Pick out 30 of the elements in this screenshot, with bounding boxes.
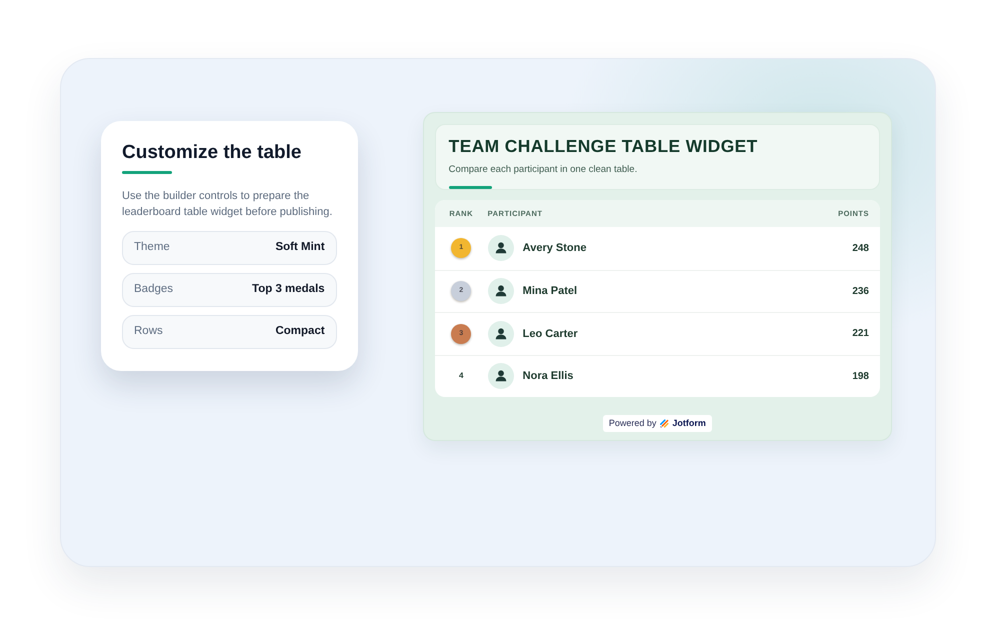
participant-name: Mina Patel [522,284,578,299]
avatar-icon [488,320,514,347]
avatar-icon [488,235,514,262]
card-description: Use the builder controls to prepare the leaderboard table widget before publishing. [122,189,334,220]
points-value: 236 [852,284,869,299]
setting-label: Theme [134,240,170,256]
points-value: 198 [852,370,869,384]
setting-row[interactable]: Badges Top 3 medals [122,273,337,307]
card-title: Customize the table [122,141,302,165]
widget-title: TEAM CHALLENGE TABLE WIDGET [448,136,759,156]
accent-underline [122,171,172,174]
powered-by-link[interactable]: Powered by Jotform [602,415,712,432]
points-value: 248 [852,242,869,256]
points-value: 221 [852,327,869,342]
participant-name: Avery Stone [522,241,586,256]
rank-number: 4 [458,370,464,382]
setting-value: Soft Mint [275,240,325,256]
setting-label: Rows [134,324,163,340]
avatar-icon [488,278,514,304]
setting-row[interactable]: Rows Compact [122,315,337,349]
participant-name: Leo Carter [522,326,578,342]
setting-label: Badges [134,282,174,298]
logo-icon [660,419,670,428]
setting-value: Top 3 medals [252,282,325,298]
setting-row[interactable]: Theme Soft Mint [122,231,337,265]
accent-underline [448,186,492,188]
avatar-icon [488,363,514,390]
participant-name: Nora Ellis [522,369,574,384]
widget-subtitle: Compare each participant in one clean table. [448,164,638,176]
setting-value: Compact [275,324,325,340]
